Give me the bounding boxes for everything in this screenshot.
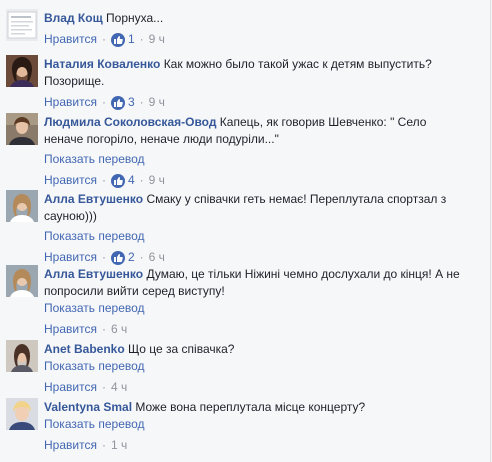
comment-text: Позорище. [44, 74, 105, 88]
comment-author[interactable]: Anet Babenko [44, 342, 125, 356]
comment-text: Думаю, це тільки Ніжині чемно дослухали … [146, 267, 460, 281]
like-count[interactable]: 3 [110, 94, 135, 111]
comments-list: Влад Кощ Порнуха... Нравится · 1 · 9 ч Н… [0, 0, 491, 462]
comment-actions: Нравится · 1 ч [44, 437, 482, 454]
like-count[interactable]: 4 [110, 172, 135, 189]
avatar[interactable] [6, 55, 38, 87]
comment-actions: Нравится · 2 · 6 ч [44, 249, 482, 266]
comment-time[interactable]: 9 ч [149, 172, 165, 189]
comment-time[interactable]: 6 ч [149, 249, 165, 266]
like-button[interactable]: Нравится [44, 321, 97, 338]
comment-text: Смаку у співачки геть немає! Переплутала… [146, 192, 447, 206]
comment-text: Що це за співачка? [128, 342, 235, 356]
like-button[interactable]: Нравится [44, 379, 97, 396]
comment-text: неначе погоріло, неначе люди подуріли...… [44, 132, 279, 146]
comment-text: Може вона переплутала місце концерту? [135, 400, 366, 414]
woman-portrait-icon [6, 398, 38, 430]
comment-actions: Нравится · 4 · 9 ч [44, 172, 482, 189]
like-count[interactable]: 2 [110, 249, 135, 266]
comment-text-line: Valentyna Smal Може вона переплутала міс… [44, 399, 482, 416]
comment-author[interactable]: Алла Евтушенко [44, 267, 143, 281]
show-translation-link[interactable]: Показать перевод [44, 300, 482, 317]
comment-time[interactable]: 6 ч [111, 321, 127, 338]
like-count-value: 3 [127, 95, 135, 109]
separator: · [101, 32, 106, 46]
woman-portrait-icon [6, 340, 38, 372]
separator: · [101, 438, 106, 452]
comment-author[interactable]: Наталия Коваленко [44, 57, 160, 71]
separator: · [101, 95, 106, 109]
show-translation-link[interactable]: Показать перевод [44, 228, 482, 245]
comment-time[interactable]: 9 ч [149, 94, 165, 111]
comment-text: попросили вийти серед виступу! [44, 284, 225, 298]
show-translation-link[interactable]: Показать перевод [44, 358, 482, 375]
avatar[interactable] [6, 398, 38, 430]
comment-author[interactable]: Алла Евтушенко [44, 192, 143, 206]
separator: · [139, 95, 144, 109]
like-thumb-icon [110, 250, 125, 265]
separator: · [139, 173, 144, 187]
separator: · [101, 380, 106, 394]
like-button[interactable]: Нравится [44, 172, 97, 189]
comment-author[interactable]: Влад Кощ [44, 11, 103, 25]
comment-time[interactable]: 9 ч [149, 31, 165, 48]
comment-text: Капець, як говорив Шевченко: " Село [219, 115, 427, 129]
comment-time[interactable]: 4 ч [111, 379, 127, 396]
comment-text-line: Алла Евтушенко Смаку у співачки геть нем… [44, 191, 482, 208]
like-thumb-icon [110, 95, 125, 110]
like-count[interactable]: 1 [110, 31, 135, 48]
show-translation-link[interactable]: Показать перевод [44, 151, 482, 168]
document-thumbnail-icon [6, 9, 38, 41]
comment-text: Как можно было такой ужас к детям выпуст… [163, 57, 432, 71]
like-button[interactable]: Нравится [44, 437, 97, 454]
like-button[interactable]: Нравится [44, 31, 97, 48]
comment-text-line: Людмила Соколовская-Овод Капець, як гово… [44, 114, 482, 131]
woman-portrait-icon [6, 190, 38, 222]
comment-actions: Нравится · 4 ч [44, 379, 482, 396]
separator: · [139, 250, 144, 264]
comment-text-line: Алла Евтушенко Думаю, це тільки Ніжині ч… [44, 266, 482, 283]
separator: · [101, 322, 106, 336]
like-count-value: 4 [127, 173, 135, 187]
separator: · [139, 32, 144, 46]
comment-text-line: Anet Babenko Що це за співачка? [44, 341, 482, 358]
comment-text-line: Наталия Коваленко Как можно было такой у… [44, 56, 482, 73]
like-count-value: 2 [127, 250, 135, 264]
show-translation-link[interactable]: Показать перевод [44, 416, 482, 433]
comment-author[interactable]: Valentyna Smal [44, 400, 132, 414]
like-button[interactable]: Нравится [44, 249, 97, 266]
woman-portrait-icon [6, 265, 38, 297]
like-count-value: 1 [127, 32, 135, 46]
like-button[interactable]: Нравится [44, 94, 97, 111]
avatar[interactable] [6, 265, 38, 297]
comment-actions: Нравится · 6 ч [44, 321, 482, 338]
woman-portrait-icon [6, 55, 38, 87]
comment-time[interactable]: 1 ч [111, 437, 127, 454]
comment-author[interactable]: Людмила Соколовская-Овод [44, 115, 216, 129]
avatar[interactable] [6, 9, 38, 41]
separator: · [101, 173, 106, 187]
like-thumb-icon [110, 173, 125, 188]
avatar[interactable] [6, 113, 38, 145]
like-thumb-icon [110, 32, 125, 47]
separator: · [101, 250, 106, 264]
comment-actions: Нравится · 1 · 9 ч [44, 31, 482, 48]
avatar[interactable] [6, 190, 38, 222]
woman-portrait-icon [6, 113, 38, 145]
comment-actions: Нравится · 3 · 9 ч [44, 94, 482, 111]
comment-text: Порнуха... [106, 11, 164, 25]
comment-text: сауною))) [44, 209, 97, 223]
avatar[interactable] [6, 340, 38, 372]
comment-text-line: Влад Кощ Порнуха... [44, 10, 482, 27]
